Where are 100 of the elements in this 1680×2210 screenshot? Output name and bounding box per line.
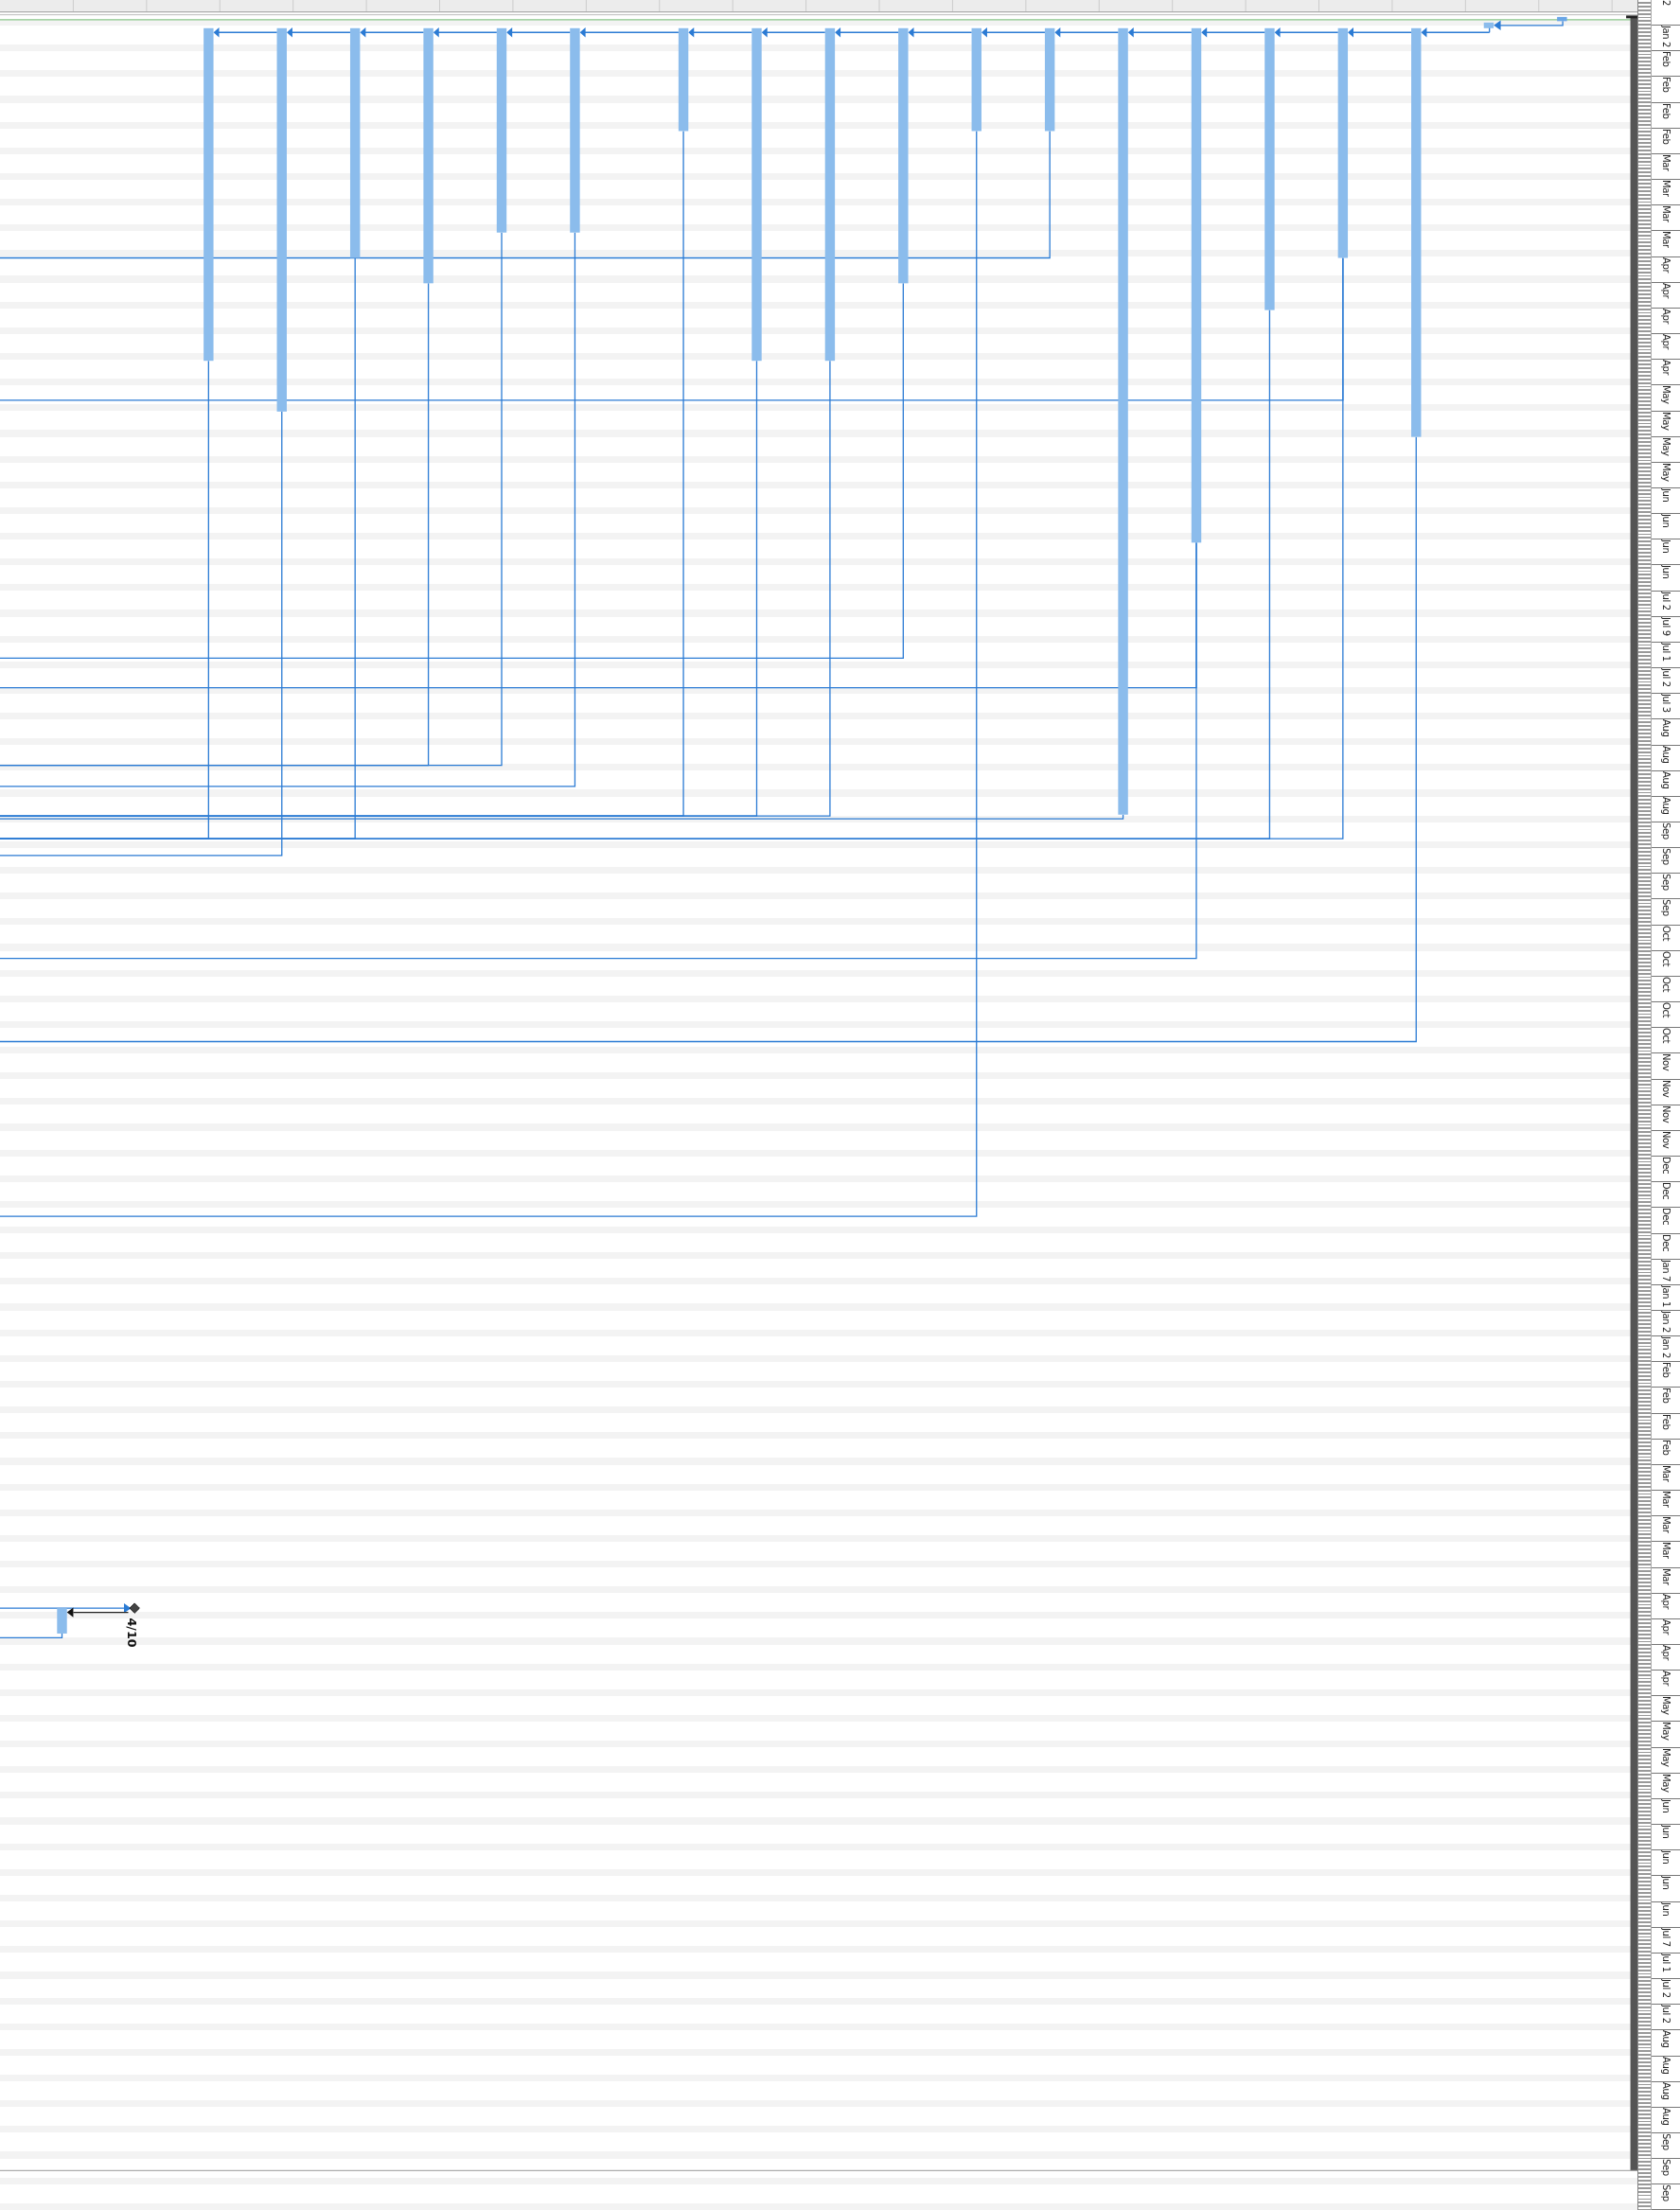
dependency-arrow [1348,27,1412,38]
timescale-label: Aug [1660,2107,1671,2128]
timescale-label: Jan 2 [1660,1336,1671,1361]
timescale-label: Mar [1660,231,1671,251]
task-bar [1483,22,1494,28]
dependency-arrow [1054,27,1119,38]
milestone-date: 4/10 [125,1618,140,1648]
timescale-label: Jul 2 [1660,591,1671,612]
timescale-label: Jun [1660,1901,1671,1918]
timescale-label: Sep [1660,2184,1671,2203]
dependency-arrow [286,27,351,38]
timescale-label: Jan 7 [1660,1259,1671,1283]
timescale-label: Jul 7 [1660,1927,1671,1949]
timescale-label: Jul 1 [1660,642,1671,663]
timescale-label: May [1660,1722,1671,1742]
timescale-label: Jul 2 [1660,2005,1671,2025]
timescale-label: Sep [1660,2132,1671,2152]
timescale-label: Apr [1660,1671,1671,1688]
dependency-line [0,1631,63,1639]
task-bar [57,1608,67,1634]
timescale-label: Jun [1660,514,1671,530]
timescale-label: Nov [1660,1053,1671,1073]
timescale-label: Apr [1660,282,1671,301]
timescale-label: Mar [1660,1542,1671,1562]
timescale-label: Sep [1660,822,1671,841]
timescale-label: Mar [1660,1491,1671,1510]
timescale-label: Jul 1 [1660,1953,1671,1974]
dependency-arrow [506,27,571,38]
timescale-label: Jul 2 [1660,1979,1671,2000]
timescale-label: Dec [1660,1157,1671,1176]
timescale-label: Jun [1660,487,1671,504]
dependency-arrow [360,27,425,38]
timescale-label: Jul 9 [1660,616,1671,638]
timescale-label: May [1660,1773,1671,1795]
timescale-label: May [1660,462,1671,484]
dependency-arrow [1274,27,1339,38]
timescale-label: Jun [1660,1850,1671,1866]
timescale-label: Jun [1660,565,1671,581]
timescale-label: Mar [1660,153,1671,173]
timescale-label: May [1660,411,1671,433]
timescale-label: Apr [1660,1645,1671,1663]
dependency-arrow [761,27,826,38]
timescale-label: Feb [1660,1388,1671,1406]
timescale-label: Dec [1660,1182,1671,1202]
timescale-label: Aug [1660,2056,1671,2076]
timescale-label: Aug [1660,796,1671,817]
summary-cap [1626,15,1637,19]
timescale-label: Sep [1660,874,1671,893]
timescale-label: Oct [1660,925,1671,944]
timescale-label: Jun [1660,1876,1671,1892]
timescale-label: Feb [1660,128,1671,147]
timescale-label: May [1660,1747,1671,1769]
milestone-icon [129,1602,140,1614]
timescale-label: Feb [1660,102,1671,121]
timescale-label: May [1660,436,1671,458]
dependency-arrow [981,27,1046,38]
timescale-label: May [1660,1696,1671,1717]
timescale-label: Oct [1660,976,1671,995]
dependency-arrow [835,27,899,38]
timescale-label: 2 [1660,0,1671,8]
timescale-label: Jul 2 [1660,668,1671,689]
timescale-label: Apr [1660,1593,1671,1612]
timescale-label: Sep [1660,899,1671,919]
dependency-arrow [688,27,752,38]
dependency-arrow [213,27,278,38]
timescale-label: Sep [1660,848,1671,867]
timescale-label: May [1660,385,1671,406]
dependency-arrow [1127,27,1193,38]
timescale-label: Feb [1660,1362,1671,1380]
timescale-label: Feb [1660,51,1671,69]
task-bar [1557,16,1567,22]
timescale-label: Jan 2 [1660,26,1671,50]
dependency-arrow [433,27,498,38]
timescale-label: Aug [1660,2030,1671,2050]
dependency-arrow [1201,27,1265,38]
timescale-label: Apr [1660,256,1671,275]
timescale-label: Oct [1660,1002,1671,1020]
timescale-label: Jun [1660,539,1671,556]
timescale-label: Jan 2 [1660,1310,1671,1335]
timescale-label: Apr [1660,334,1671,352]
timescale-label: Aug [1660,745,1671,765]
timescale-label: Jun [1660,1798,1671,1815]
timescale-label: Mar [1660,1464,1671,1484]
timescale-label: Nov [1660,1105,1671,1125]
timescale-label: Oct [1660,950,1671,969]
timescale-label: Jun [1660,1825,1671,1841]
timescale-label: Aug [1660,2081,1671,2101]
timescale-label: Feb [1660,1439,1671,1458]
timescale-label: Aug [1660,719,1671,739]
timescale-label: Nov [1660,1079,1671,1100]
timescale-label: Nov [1660,1130,1671,1151]
timescale-label: Feb [1660,1413,1671,1432]
timescale-label: Dec [1660,1233,1671,1253]
timescale-label: Sep [1660,2159,1671,2178]
timescale-label: Feb [1660,77,1671,95]
timescale-label: Mar [1660,1516,1671,1535]
timescale-label: Mar [1660,180,1671,199]
timescale-label: Apr [1660,360,1671,378]
timescale-label: Apr [1660,308,1671,327]
timescale-label: Jan 1 [1660,1284,1671,1309]
